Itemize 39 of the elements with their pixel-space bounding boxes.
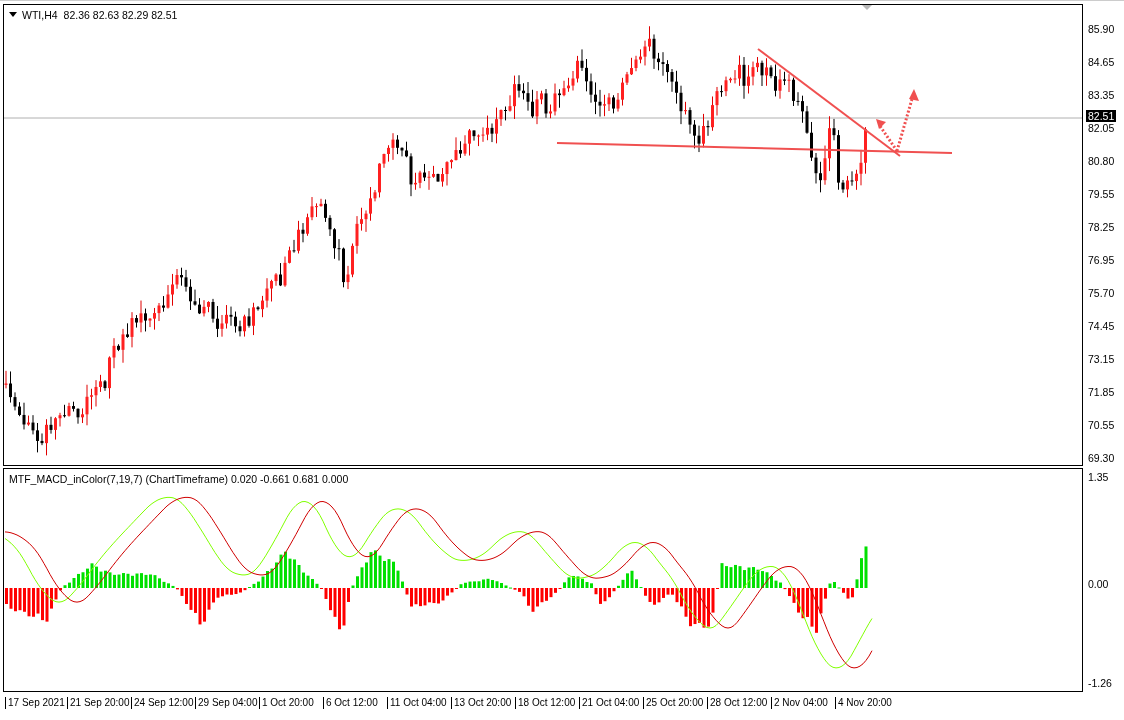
indicator-title: MTF_MACD_inColor(7,19,7) (ChartTimeframe) 0.020 -0.661 0.681 0.000 bbox=[9, 473, 349, 485]
price-axis-label: 69.30 bbox=[1087, 452, 1116, 464]
price-axis-label: 70.55 bbox=[1087, 419, 1116, 431]
current-price-label: 82.51 bbox=[1086, 110, 1117, 122]
time-axis-label: 17 Sep 2021 bbox=[5, 697, 67, 709]
price-axis-label: 73.15 bbox=[1087, 353, 1116, 365]
indicator-axis-label: 1.35 bbox=[1087, 471, 1110, 483]
time-axis-label: 29 Sep 04:00 bbox=[195, 697, 259, 709]
price-axis-label: 82.05 bbox=[1087, 122, 1116, 134]
dropdown-triangle-icon[interactable] bbox=[9, 12, 17, 18]
price-axis-label: 79.55 bbox=[1087, 188, 1116, 200]
symbol-label: WTI,H4 bbox=[22, 9, 58, 21]
time-axis-label: 21 Oct 04:00 bbox=[579, 697, 643, 709]
time-axis-label: 4 Nov 20:00 bbox=[835, 697, 899, 709]
indicator-axis-label: -1.26 bbox=[1087, 677, 1113, 689]
price-axis-label: 78.25 bbox=[1087, 221, 1116, 233]
price-axis-label: 84.65 bbox=[1087, 56, 1116, 68]
time-axis-label: 21 Sep 20:00 bbox=[67, 697, 131, 709]
time-axis-label: 25 Oct 20:00 bbox=[643, 697, 707, 709]
price-axis-label: 80.80 bbox=[1087, 155, 1116, 167]
time-axis-label: 24 Sep 12:00 bbox=[131, 697, 195, 709]
time-axis-label: 1 Oct 20:00 bbox=[259, 697, 323, 709]
price-axis-label: 71.85 bbox=[1087, 386, 1116, 398]
time-axis-label: 2 Nov 04:00 bbox=[771, 697, 835, 709]
price-axis-label: 83.35 bbox=[1087, 89, 1116, 101]
resistance-trend-line[interactable] bbox=[757, 48, 901, 157]
time-axis-label: 28 Oct 12:00 bbox=[707, 697, 771, 709]
support-trend-line[interactable] bbox=[556, 142, 953, 154]
price-axis-label: 75.70 bbox=[1087, 287, 1116, 299]
indicator-axis-label: 0.00 bbox=[1087, 578, 1110, 590]
ohlc-values: 82.36 82.63 82.29 82.51 bbox=[63, 9, 178, 21]
chart-shift-marker-icon[interactable] bbox=[862, 5, 872, 11]
time-axis-label: 18 Oct 12:00 bbox=[515, 697, 579, 709]
price-axis-label: 76.95 bbox=[1087, 254, 1116, 266]
price-axis-label: 85.90 bbox=[1087, 23, 1116, 35]
time-axis-label: 6 Oct 12:00 bbox=[323, 697, 387, 709]
time-axis-label: 11 Oct 04:00 bbox=[387, 697, 451, 709]
price-axis-label: 74.45 bbox=[1087, 320, 1116, 332]
time-axis-label: 13 Oct 20:00 bbox=[451, 697, 515, 709]
